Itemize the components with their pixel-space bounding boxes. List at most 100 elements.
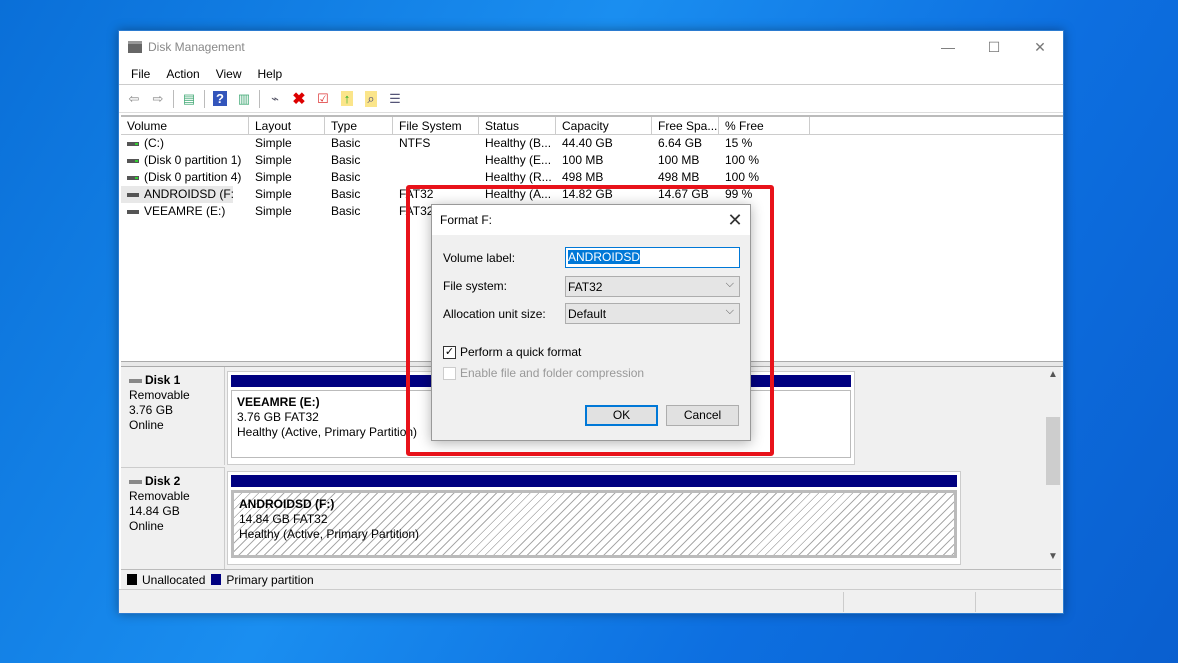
allocation-size-label: Allocation unit size: [443,307,546,321]
column-percent-free[interactable]: % Free [719,117,810,134]
format-dialog: Format F: ✕ Volume label: ANDROIDSD File… [431,204,751,441]
partition-size: 14.84 GB FAT32 [239,512,328,526]
disk-icon [129,479,142,484]
dialog-title-bar: Format F: ✕ [432,205,750,235]
status-cell: Healthy (E... [485,153,552,167]
fs-cell: FAT32 [399,187,434,201]
menu-file[interactable]: File [123,67,158,81]
window-title: Disk Management [148,40,245,54]
column-file-system[interactable]: File System [393,117,479,134]
delete-icon[interactable]: ✖ [288,89,310,109]
primary-swatch [211,574,222,585]
disk-icon [129,378,142,383]
menu-view[interactable]: View [208,67,250,81]
partition-name: ANDROIDSD (F:) [239,497,335,511]
volume-label-label: Volume label: [443,251,516,265]
table-row[interactable]: ANDROIDSD (F:) Simple Basic FAT32 Health… [121,186,1063,203]
compression-checkbox[interactable]: Enable file and folder compression [443,366,644,380]
free-cell: 6.64 GB [658,136,703,150]
legend: Unallocated Primary partition [121,569,1061,589]
console-tree-icon[interactable]: ▤ [178,89,200,109]
maximize-button[interactable]: ☐ [971,32,1017,62]
quick-format-checkbox[interactable]: ✓ Perform a quick format [443,345,581,359]
find-icon[interactable]: ⌕ [360,89,382,109]
compression-label: Enable file and folder compression [460,366,645,380]
capacity-cell: 44.40 GB [562,136,613,150]
disk-state: Online [129,418,164,432]
type-cell: Basic [331,170,361,184]
table-row[interactable]: (Disk 0 partition 1) Simple Basic Health… [121,152,1063,169]
free-cell: 498 MB [658,170,700,184]
disk-1-label[interactable]: Disk 1 Removable 3.76 GB Online [121,367,225,465]
scroll-thumb[interactable] [1046,417,1060,485]
layout-cell: Simple [255,153,292,167]
checkbox-checked-icon[interactable]: ✓ [443,345,456,359]
settings-list-icon[interactable]: ☰ [384,89,406,109]
column-free-space[interactable]: Free Spa... [652,117,719,134]
menu-help[interactable]: Help [250,67,291,81]
properties-icon[interactable]: ☑ [312,89,334,109]
forward-icon[interactable]: ⇨ [147,89,169,109]
toolbar: ⇦ ⇨ ▤ ? ▥ ⌁ ✖ ☑ ↑ ⌕ ☰ [119,85,1063,113]
status-cell: Healthy (R... [485,170,552,184]
drive-icon [127,141,139,146]
toolbar-separator [204,89,205,108]
allocation-size-select[interactable]: Default ⌵ [565,303,740,324]
disk-type: Removable [129,489,190,503]
capacity-cell: 498 MB [562,170,604,184]
table-row[interactable]: (Disk 0 partition 4) Simple Basic Health… [121,169,1063,186]
column-capacity[interactable]: Capacity [556,117,652,134]
volume-label-value: ANDROIDSD [568,250,641,264]
pct-free-cell: 15 % [725,136,753,150]
toolbar-separator [173,89,174,108]
scroll-up-icon[interactable]: ▲ [1045,369,1061,385]
chevron-down-icon: ⌵ [725,305,734,317]
type-cell: Basic [331,136,361,150]
pct-free-cell: 99 % [725,187,753,201]
volume-label-input[interactable]: ANDROIDSD [565,247,740,268]
disk-2-label[interactable]: Disk 2 Removable 14.84 GB Online [121,467,225,569]
file-system-value: FAT32 [568,280,603,294]
file-system-label: File system: [443,279,508,293]
pct-free-cell: 100 % [725,170,760,184]
back-icon[interactable]: ⇦ [123,89,145,109]
legend-primary: Primary partition [226,572,314,587]
fs-cell: NTFS [399,136,431,150]
connect-disk-icon[interactable]: ⌁ [264,89,286,109]
free-cell: 100 MB [658,153,700,167]
fs-cell [393,152,479,169]
legend-unallocated: Unallocated [142,572,206,587]
layout-cell: Simple [255,187,292,201]
scroll-down-icon[interactable]: ▼ [1045,551,1061,567]
layout-cell: Simple [255,136,292,150]
dialog-close-button[interactable]: ✕ [720,210,750,231]
close-button[interactable]: ✕ [1017,32,1063,62]
export-icon[interactable]: ↑ [336,89,358,109]
checkbox-unchecked-icon[interactable] [443,366,456,380]
volume-name: (Disk 0 partition 4) [144,170,242,184]
disk-size: 14.84 GB [129,504,180,518]
help-icon[interactable]: ? [209,89,231,109]
toolbar-separator [259,89,260,108]
ok-button[interactable]: OK [585,405,658,426]
primary-partition-bar [231,475,957,487]
disk-size: 3.76 GB [129,403,174,417]
column-type[interactable]: Type [325,117,393,134]
vertical-scrollbar[interactable]: ▲ ▼ [1045,367,1061,569]
partition-status: Healthy (Active, Primary Partition) [239,527,420,541]
capacity-cell: 14.82 GB [562,187,613,201]
action-pane-icon[interactable]: ▥ [233,89,255,109]
menu-action[interactable]: Action [158,67,207,81]
partition-androidsd[interactable]: ANDROIDSD (F:) 14.84 GB FAT32 Healthy (A… [227,471,961,565]
table-row[interactable]: (C:) Simple Basic NTFS Healthy (B... 44.… [121,135,1063,152]
free-cell: 14.67 GB [658,187,709,201]
disk-management-icon [128,41,142,53]
column-status[interactable]: Status [479,117,556,134]
layout-cell: Simple [255,170,292,184]
column-volume[interactable]: Volume [121,117,249,134]
file-system-select[interactable]: FAT32 ⌵ [565,276,740,297]
column-layout[interactable]: Layout [249,117,325,134]
cancel-button[interactable]: Cancel [666,405,739,426]
minimize-button[interactable]: — [925,32,971,62]
type-cell: Basic [331,187,361,201]
